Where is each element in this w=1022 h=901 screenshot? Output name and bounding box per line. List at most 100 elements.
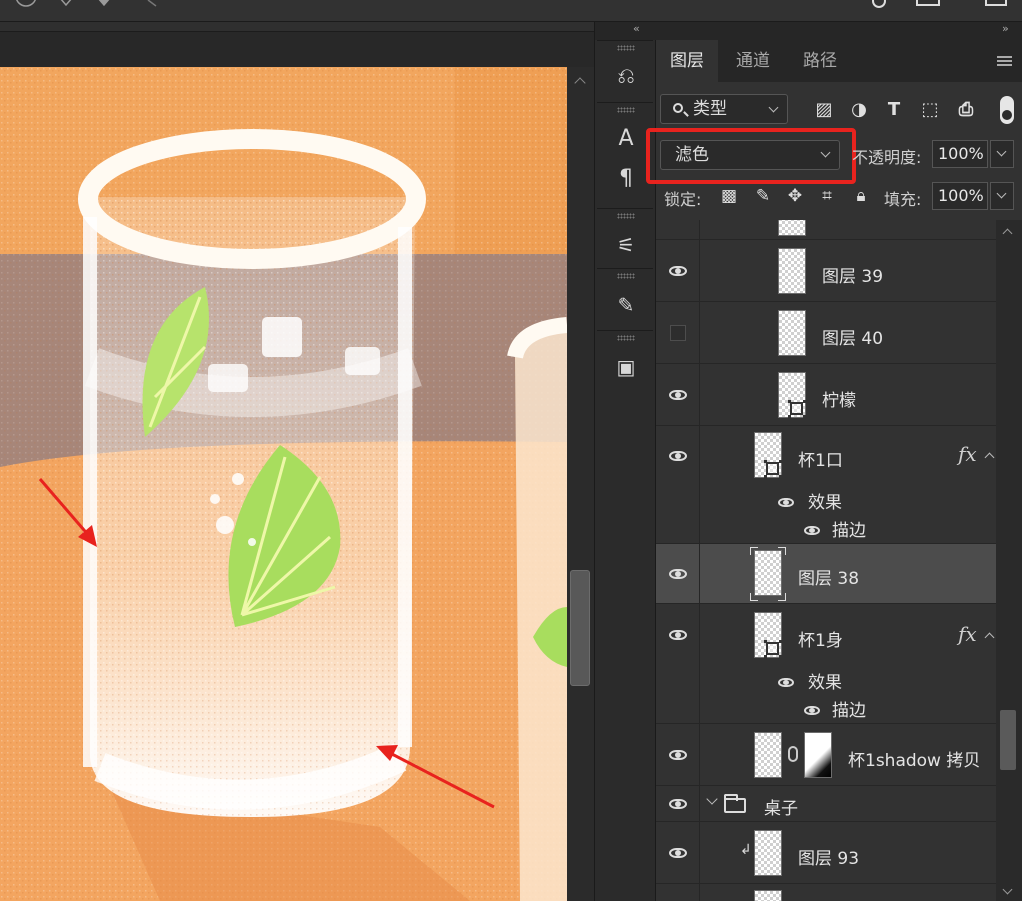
layer-name[interactable]: 柠檬 <box>822 386 856 411</box>
character-panel-icon[interactable]: A <box>611 125 641 153</box>
lock-transparent-pixels-icon[interactable]: ▩ <box>719 186 739 206</box>
screen-mode-icon[interactable] <box>916 0 940 6</box>
group-name[interactable]: 桌子 <box>764 794 798 819</box>
layer-effects-icon[interactable]: fx <box>958 622 977 646</box>
lock-image-pixels-icon[interactable]: ✎ <box>753 186 773 206</box>
smart-object-filter-icon[interactable]: ⎙ <box>956 100 976 120</box>
history-panel-icon[interactable]: ⎌ <box>611 63 641 91</box>
share-icon[interactable] <box>985 0 1007 6</box>
mask-link-icon[interactable] <box>788 746 798 762</box>
tab-channels[interactable]: 通道 <box>722 40 784 82</box>
visibility-cell[interactable] <box>656 302 700 363</box>
zoom-icon[interactable] <box>872 0 886 8</box>
fill-dropdown[interactable] <box>990 182 1014 210</box>
3d-panel-icon[interactable]: ▣ <box>611 353 641 381</box>
filter-kind-select[interactable]: 类型 <box>660 94 788 124</box>
layers-scroll-thumb[interactable] <box>1000 710 1016 770</box>
paragraph-panel-icon[interactable]: ¶ <box>611 165 641 193</box>
artwork-canvas[interactable] <box>0 67 567 901</box>
layer-mask-thumbnail[interactable] <box>804 732 832 778</box>
layer-name[interactable]: 图层 40 <box>822 324 883 349</box>
panel-menu-icon[interactable] <box>997 56 1012 66</box>
fill-input[interactable]: 100% <box>932 182 988 210</box>
eye-icon[interactable] <box>669 799 687 809</box>
layer-row-partial[interactable] <box>656 220 996 240</box>
layer-name[interactable]: 杯1口 <box>798 446 843 471</box>
layer-row[interactable]: 图层 39 <box>656 240 996 302</box>
effects-eye-icon[interactable] <box>778 498 794 507</box>
layer-effects-icon[interactable]: fx <box>958 442 977 466</box>
tab-layers[interactable]: 图层 <box>656 40 718 82</box>
visibility-cell[interactable] <box>656 364 700 425</box>
scroll-down-icon[interactable] <box>1002 884 1013 895</box>
character-group: A ¶ <box>597 102 653 208</box>
layer-row[interactable]: 图层 40 <box>656 302 996 364</box>
visibility-cell[interactable] <box>656 884 700 901</box>
layer-row-selected[interactable]: 图层 38 <box>656 544 996 604</box>
collapse-effects-icon[interactable] <box>984 632 995 643</box>
layer-name[interactable]: 图层 93 <box>798 844 859 869</box>
layer-name[interactable]: 杯1shadow 拷贝 <box>848 746 980 771</box>
blend-mode-select[interactable]: 滤色 <box>646 128 856 184</box>
layer-thumbnail <box>754 732 782 778</box>
scroll-up-icon[interactable] <box>574 77 586 89</box>
eye-icon[interactable] <box>669 266 687 276</box>
eye-icon[interactable] <box>669 451 687 461</box>
stroke-effect-label[interactable]: 描边 <box>832 516 866 541</box>
visibility-cell[interactable] <box>656 544 700 603</box>
layer-row[interactable]: 杯1身 fx 效果 描边 <box>656 604 996 724</box>
scroll-up-icon[interactable] <box>1002 228 1013 239</box>
visibility-cell[interactable] <box>656 786 700 821</box>
panel-collapse-bar[interactable]: ›› <box>656 22 1022 40</box>
visibility-cell[interactable] <box>656 426 700 543</box>
group-expand-icon[interactable] <box>706 793 718 805</box>
layer-row-partial[interactable] <box>656 884 996 901</box>
visibility-cell[interactable] <box>656 724 700 785</box>
image-filter-icon[interactable]: ▨ <box>814 100 834 120</box>
layer-name[interactable]: 图层 38 <box>798 564 859 589</box>
visibility-cell[interactable] <box>656 822 700 883</box>
brush-settings-icon[interactable]: ✎ <box>611 291 641 319</box>
layer-row[interactable]: 杯1shadow 拷贝 <box>656 724 996 786</box>
visibility-cell[interactable] <box>656 220 700 239</box>
layer-row[interactable]: ↲ 图层 93 <box>656 822 996 884</box>
canvas-scroll-thumb[interactable] <box>570 570 590 686</box>
expand-right-icon[interactable]: ›› <box>1002 22 1009 35</box>
layer-row[interactable]: 杯1口 fx 效果 描边 <box>656 426 996 544</box>
opacity-dropdown[interactable] <box>990 140 1014 168</box>
layers-list[interactable]: 图层 39 图层 40 柠檬 杯1口 fx 效果 描边 图层 38 杯1身 fx… <box>656 220 996 901</box>
lock-position-icon[interactable]: ✥ <box>785 186 805 206</box>
eye-icon[interactable] <box>669 630 687 640</box>
eye-icon[interactable] <box>669 569 687 579</box>
vector-shape-icon <box>764 640 779 655</box>
effects-eye-icon[interactable] <box>778 678 794 687</box>
layer-name[interactable]: 图层 39 <box>822 262 883 287</box>
group-row[interactable]: 桌子 <box>656 786 996 822</box>
layer-row[interactable]: 柠檬 <box>656 364 996 426</box>
properties-panel-icon[interactable]: ⚟ <box>611 231 641 259</box>
stroke-eye-icon[interactable] <box>804 706 820 715</box>
eye-icon[interactable] <box>669 848 687 858</box>
canvas-vertical-scrollbar[interactable] <box>567 67 594 901</box>
layers-scrollbar[interactable] <box>996 220 1022 901</box>
strip-collapse-bar[interactable]: ‹‹ <box>595 22 657 40</box>
visibility-cell[interactable] <box>656 240 700 301</box>
lock-artboard-icon[interactable]: ⌗ <box>817 186 837 206</box>
collapse-left-icon[interactable]: ‹‹ <box>633 22 640 35</box>
tab-paths[interactable]: 路径 <box>789 40 851 82</box>
visibility-cell[interactable] <box>656 604 700 723</box>
layer-name[interactable]: 杯1身 <box>798 626 843 651</box>
filter-toggle[interactable] <box>1000 96 1014 124</box>
type-filter-icon[interactable]: T <box>884 100 904 120</box>
eye-icon[interactable] <box>669 390 687 400</box>
lock-all-icon[interactable]: 🔒︎ <box>851 186 871 206</box>
collapse-effects-icon[interactable] <box>984 452 995 463</box>
eye-icon[interactable] <box>669 750 687 760</box>
opacity-input[interactable]: 100% <box>932 140 988 168</box>
stroke-eye-icon[interactable] <box>804 526 820 535</box>
canvas-area[interactable] <box>0 22 594 901</box>
shape-filter-icon[interactable]: ⬚ <box>920 100 940 120</box>
hidden-visibility-box[interactable] <box>670 325 686 341</box>
adjustment-filter-icon[interactable]: ◑ <box>849 100 869 120</box>
stroke-effect-label[interactable]: 描边 <box>832 696 866 721</box>
